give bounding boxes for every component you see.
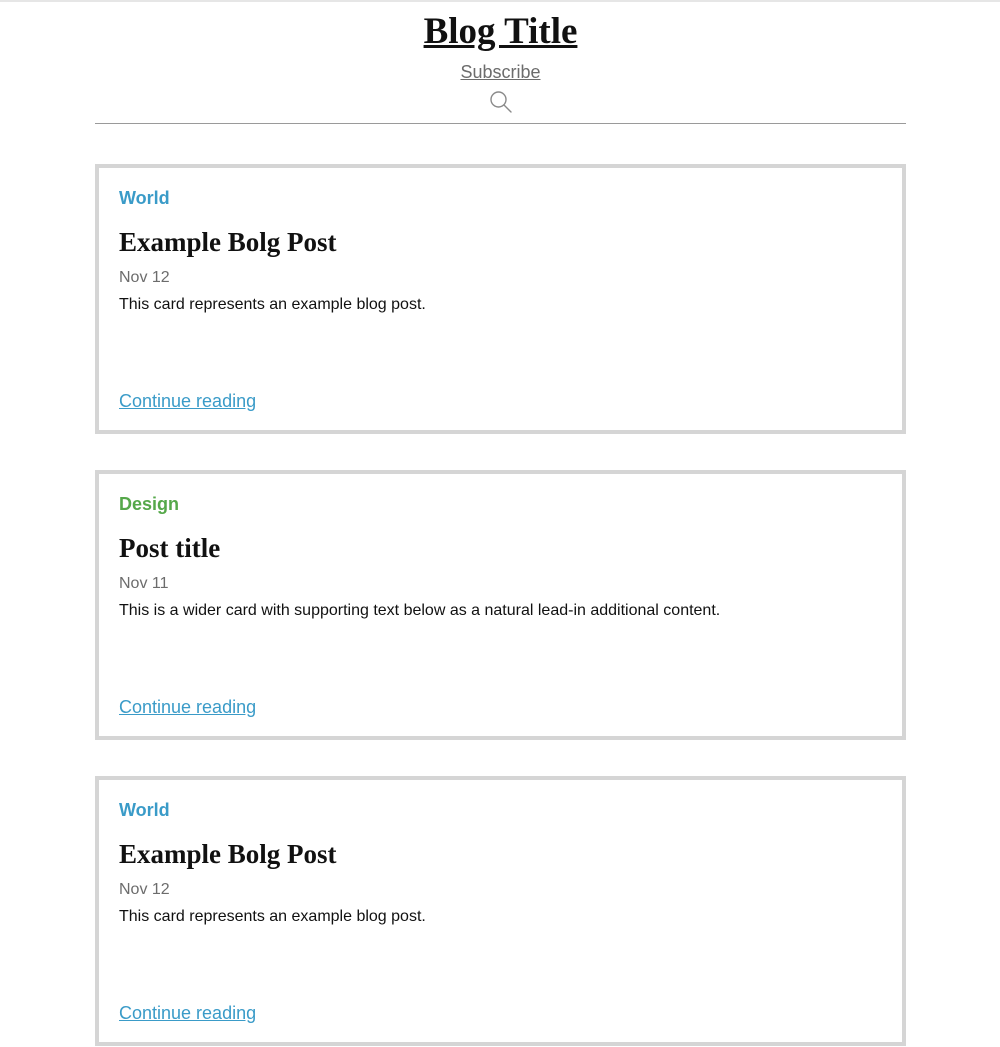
site-header: Blog Title Subscribe (95, 0, 906, 124)
post-category: World (119, 188, 170, 208)
post-title: Example Bolg Post (119, 227, 337, 257)
continue-reading-link[interactable]: Continue reading (119, 1002, 256, 1024)
post-title: Example Bolg Post (119, 839, 337, 869)
subscribe-link[interactable]: Subscribe (95, 61, 906, 83)
post-category: World (119, 800, 170, 820)
post-excerpt: This card represents an example blog pos… (119, 908, 426, 925)
post-date: Nov 11 (119, 575, 169, 592)
search-icon[interactable] (489, 90, 513, 114)
post-date: Nov 12 (119, 269, 170, 286)
post-card: Design Post title Nov 11 This is a wider… (95, 470, 906, 740)
post-title: Post title (119, 533, 221, 563)
post-excerpt: This is a wider card with supporting tex… (119, 602, 721, 619)
post-date: Nov 12 (119, 881, 170, 898)
continue-reading-link[interactable]: Continue reading (119, 696, 256, 718)
post-card: World Example Bolg Post Nov 12 This card… (95, 164, 906, 434)
post-excerpt: This card represents an example blog pos… (119, 296, 426, 313)
post-category: Design (119, 494, 180, 514)
post-card: World Example Bolg Post Nov 12 This card… (95, 776, 906, 1046)
blog-title[interactable]: Blog Title (95, 10, 906, 54)
continue-reading-link[interactable]: Continue reading (119, 390, 256, 412)
